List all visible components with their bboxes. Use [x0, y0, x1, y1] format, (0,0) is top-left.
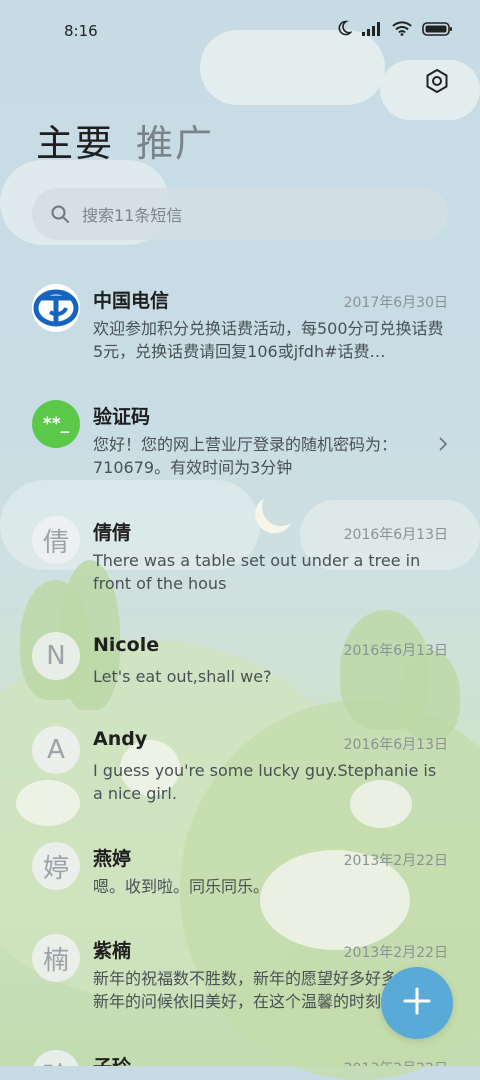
avatar: 婷	[32, 842, 80, 890]
message-preview: 嗯。收到啦。同乐同乐。	[93, 877, 270, 896]
avatar: A	[32, 726, 80, 774]
plus-icon	[402, 986, 432, 1020]
tab-bar: 主要 推广	[36, 120, 214, 168]
message-preview: 新年的祝福数不胜数，新年的愿望好多好多，新年的问候依旧美好，在这个温馨的时刻…	[93, 969, 413, 1011]
sender-name: Andy	[93, 728, 148, 750]
avatar: N	[32, 632, 80, 680]
search-bar[interactable]: 搜索11条短信	[32, 188, 448, 240]
message-date: 2017年6月30日	[343, 295, 448, 311]
signal-icon	[362, 21, 382, 40]
message-preview: 您好！您的网上营业厅登录的随机密码为：710679。有效时间为3分钟	[93, 435, 398, 477]
avatar: 楠	[32, 934, 80, 982]
tab-promotions[interactable]: 推广	[136, 120, 214, 168]
sender-name: Nicole	[93, 634, 160, 656]
status-time: 8:16	[64, 22, 98, 40]
message-date: 2016年6月13日	[343, 527, 448, 543]
gear-icon	[424, 68, 450, 98]
tab-primary[interactable]: 主要	[36, 120, 114, 168]
message-preview: Let's eat out,shall we?	[93, 667, 272, 686]
sender-name: 燕婷	[93, 848, 132, 870]
conversation-item[interactable]: 倩 倩倩 2016年6月13日 There was a table set ou…	[0, 516, 480, 606]
message-date: 2013年2月22日	[343, 945, 448, 961]
search-icon	[50, 203, 72, 225]
sender-name: 紫楠	[93, 940, 132, 962]
conversation-item[interactable]: 婷 燕婷 2013年2月22日 嗯。收到啦。同乐同乐。	[0, 842, 480, 912]
message-preview: 欢迎参加积分兑换话费活动，每500分可兑换话费5元，兑换话费请回复106或jfd…	[93, 319, 444, 361]
sender-name: 子玲	[93, 1052, 131, 1066]
chevron-right-icon[interactable]	[436, 436, 450, 451]
message-date: 2016年6月13日	[343, 737, 448, 753]
settings-button[interactable]	[422, 68, 452, 98]
battery-icon	[422, 21, 452, 40]
wifi-icon	[392, 20, 412, 40]
message-date: 2013年2月22日	[344, 1058, 448, 1066]
status-icons	[336, 20, 452, 40]
sender-name: 倩倩	[93, 522, 132, 544]
avatar: 倩	[32, 516, 80, 564]
search-placeholder: 搜索11条短信	[82, 206, 183, 225]
china-telecom-logo-icon	[32, 284, 80, 332]
status-bar: 8:16	[0, 0, 480, 60]
avatar	[32, 284, 80, 332]
conversation-item[interactable]: 中国电信 2017年6月30日 欢迎参加积分兑换话费活动，每500分可兑换话费5…	[0, 284, 480, 374]
message-date: 2013年2月22日	[343, 853, 448, 869]
conversation-item[interactable]: **_ 验证码 您好！您的网上营业厅登录的随机密码为：710679。有效时间为3…	[0, 400, 480, 490]
avatar: 玲	[32, 1050, 80, 1066]
conversation-item[interactable]: A Andy 2016年6月13日 I guess you're some lu…	[0, 726, 480, 816]
avatar: **_	[32, 400, 80, 448]
conversation-item[interactable]: N Nicole 2016年6月13日 Let's eat out,shall …	[0, 632, 480, 702]
sender-name: 验证码	[93, 406, 151, 428]
conversation-item[interactable]: 玲 子玲 2013年2月22日	[0, 1050, 480, 1066]
moon-icon	[336, 20, 354, 40]
message-preview: There was a table set out under a tree i…	[93, 551, 421, 593]
message-preview: I guess you're some lucky guy.Stephanie …	[93, 761, 437, 803]
new-message-button[interactable]	[381, 967, 453, 1039]
message-date: 2016年6月13日	[343, 643, 448, 659]
sender-name: 中国电信	[93, 290, 170, 312]
